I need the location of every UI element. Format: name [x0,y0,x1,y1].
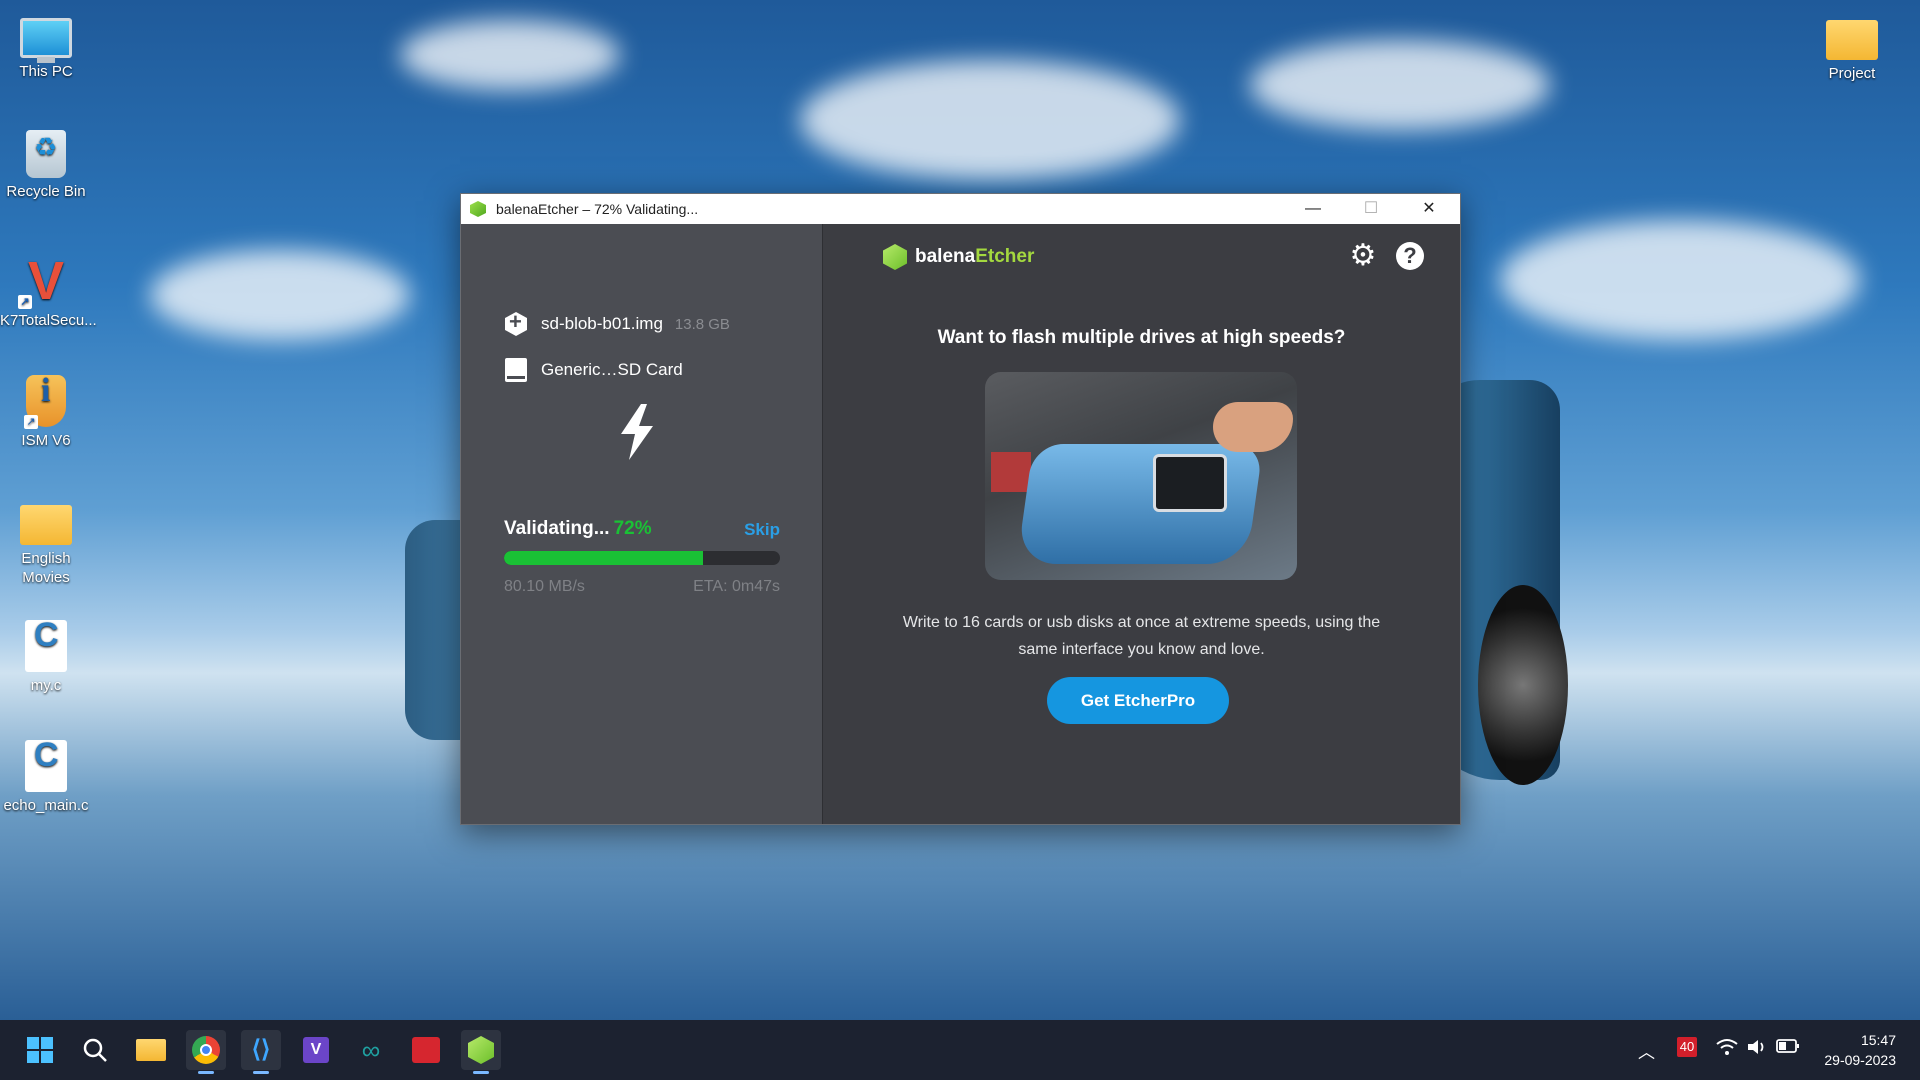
desktop-icon-this-pc[interactable]: This PC [0,10,92,81]
status-label: Validating... [504,518,610,539]
arduino-icon[interactable]: ∞ [351,1030,391,1070]
gear-icon[interactable]: ⚙ [1347,240,1379,272]
desktop-icon-label: K7TotalSecu... [0,312,97,329]
source-image-size: 13.8 GB [674,315,730,333]
window-title: balenaEtcher – 72% Validating... [496,201,699,217]
monitor-icon [20,18,72,63]
eta-text: ETA: 0m47s [693,578,780,595]
recycle-bin-icon [26,130,66,178]
progress-bar [504,551,780,565]
photo-box [991,452,1031,492]
mplab-icon[interactable] [406,1030,446,1070]
flash-bolt-icon [621,404,653,460]
source-image-name: sd-blob-b01.img [541,314,663,333]
target-drive-row: Generic…SD Card [505,358,683,382]
desktop-icon-my-c[interactable]: my.c [0,620,92,695]
etcher-taskbar-icon[interactable] [461,1030,501,1074]
flash-progress-pane: sd-blob-b01.img 13.8 GB Generic…SD Card … [461,224,822,824]
battery-icon[interactable] [1776,1038,1800,1059]
etcher-app-icon [470,201,486,217]
c-file-icon [25,620,67,672]
desktop-icon-label: Project [1828,65,1876,82]
transfer-speed: 80.10 MB/s [504,578,585,595]
source-image-row: sd-blob-b01.img 13.8 GB [505,312,730,336]
start-button[interactable] [20,1030,60,1070]
promo-title: Want to flash multiple drives at high sp… [937,327,1346,348]
status-line: Validating... 72% Skip [504,518,780,540]
progress-fill [504,551,703,565]
desktop-icon-label: English Movies [21,550,71,586]
balena-cube-icon [883,244,907,270]
cloud-decoration [800,60,1180,180]
shortcut-arrow-icon: ↗ [18,295,32,309]
search-icon[interactable] [75,1030,115,1070]
promo-description: Write to 16 cards or usb disks at once a… [902,614,1381,658]
skip-button[interactable]: Skip [744,520,780,540]
desktop-icon-label: This PC [19,63,73,80]
brand-part-1: balena [915,246,976,267]
desktop-icon-project[interactable]: Project [1806,10,1898,83]
photo-hand [1213,402,1293,452]
wheel-wallpaper [1478,585,1568,785]
car-wallpaper [405,520,465,740]
desktop-icon-ism[interactable]: ↗ ISM V6 [0,375,92,450]
desktop-icon-recycle-bin[interactable]: Recycle Bin [0,130,92,201]
brand-part-2: Etcher [975,246,1035,267]
volume-icon[interactable] [1746,1038,1768,1061]
desktop-icon-echo-main[interactable]: echo_main.c [0,740,92,815]
folder-icon [1826,20,1878,60]
chrome-icon[interactable] [186,1030,226,1074]
c-file-icon [25,740,67,792]
close-button[interactable]: ✕ [1400,194,1458,224]
shortcut-arrow-icon: ↗ [24,415,38,429]
system-clock[interactable]: 15:47 29-09-2023 [1824,1030,1896,1070]
windows-logo-icon [27,1037,53,1063]
ism-icon: ↗ [24,375,66,429]
target-drive-name: Generic…SD Card [541,360,683,379]
cloud-decoration [150,250,410,340]
maximize-button[interactable]: ☐ [1342,194,1400,224]
desktop-icon-label: my.c [30,677,62,694]
desktop-icon-k7[interactable]: V ↗ K7TotalSecu... [0,254,97,330]
vscode-icon[interactable]: ⟨⟩ [241,1030,281,1074]
clock-date: 29-09-2023 [1824,1052,1896,1068]
get-etcherpro-button[interactable]: Get EtcherPro [1047,677,1229,724]
window-titlebar[interactable]: balenaEtcher – 72% Validating... — ☐ ✕ [461,194,1460,224]
etcher-window: balenaEtcher – 72% Validating... — ☐ ✕ s… [460,193,1461,825]
drive-icon [505,358,527,382]
k7-icon: V ↗ [18,254,72,309]
wifi-icon[interactable] [1716,1038,1738,1061]
image-file-icon [505,312,527,336]
visual-studio-icon[interactable]: V [296,1030,336,1070]
desktop-icon-label: echo_main.c [3,797,89,814]
file-explorer-icon[interactable] [131,1030,171,1070]
cloud-decoration [400,20,620,90]
antivirus-badge[interactable]: 40 [1677,1037,1697,1057]
chevron-up-icon[interactable]: ︿ [1638,1038,1655,1063]
desktop-icon-english-movies[interactable]: English Movies [0,495,92,587]
cloud-decoration [1500,220,1860,340]
desktop-icon-label: Recycle Bin [6,183,86,200]
desktop-icon-label: ISM V6 [21,432,71,449]
photo-screen [1153,454,1227,512]
promo-pane: balena Etcher ⚙ ? Want to flash multiple … [823,224,1460,824]
help-icon[interactable]: ? [1396,242,1424,270]
folder-icon [20,505,72,545]
cloud-decoration [1250,40,1550,130]
clock-time: 15:47 [1860,1032,1896,1048]
etcherpro-photo [985,372,1297,580]
status-percent: 72% [613,518,652,539]
minimize-button[interactable]: — [1284,194,1342,224]
brand-logo: balena Etcher [883,244,1034,270]
taskbar: ⟨⟩ V ∞ ︿ 40 15:47 29-09-2023 [0,1020,1920,1080]
